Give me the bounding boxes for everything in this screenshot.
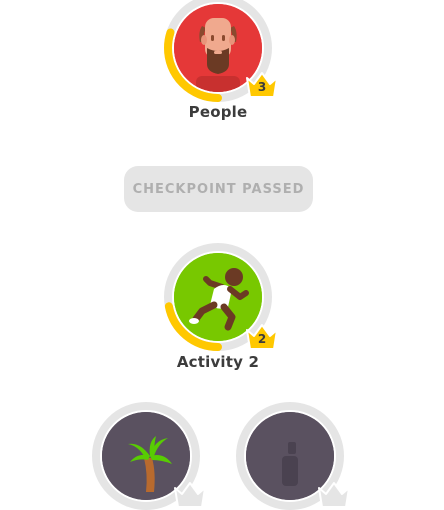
crown-badge	[172, 480, 208, 510]
skill-label: People	[188, 103, 248, 121]
crown-icon	[318, 482, 350, 508]
crown-level: 3	[257, 80, 267, 94]
crown-badge: 3	[244, 70, 280, 100]
crown-icon	[174, 482, 206, 508]
checkpoint-passed-button[interactable]: CHECKPOINT PASSED	[124, 166, 313, 212]
crown-badge: 2	[244, 322, 280, 352]
crown-level: 2	[257, 332, 267, 346]
crown-badge	[316, 480, 352, 510]
skill-label: Activity 2	[176, 353, 260, 371]
